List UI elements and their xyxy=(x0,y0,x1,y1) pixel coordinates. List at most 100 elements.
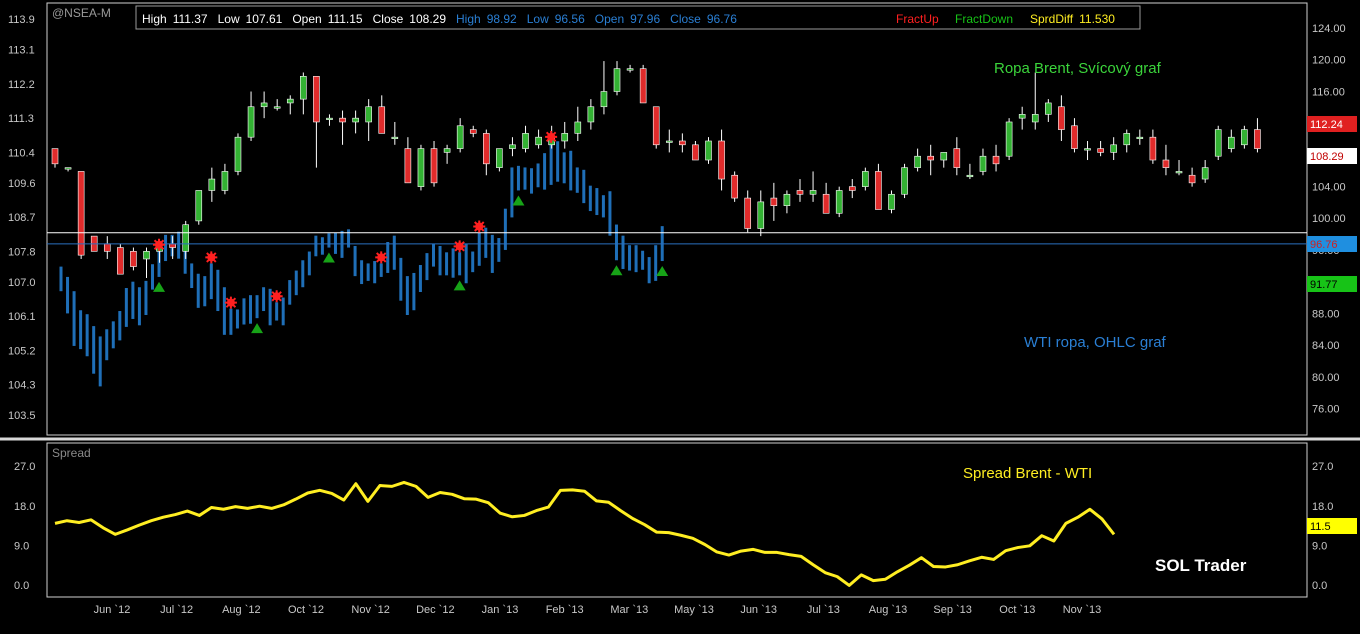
brent-candle xyxy=(1058,106,1065,130)
brent-candle xyxy=(822,193,830,214)
brent-candle xyxy=(143,251,150,260)
brent-candle xyxy=(992,155,1000,165)
time-tick-label: Feb `13 xyxy=(546,604,584,616)
time-tick-label: Nov `12 xyxy=(351,604,390,616)
wti-tick-label: 104.00 xyxy=(1312,181,1346,193)
legend-sprd-diff: SprdDiff 11.530 xyxy=(1030,12,1115,26)
brent-candle xyxy=(927,155,934,161)
brent-candle xyxy=(679,140,686,146)
wti-tick-label: 116.00 xyxy=(1312,86,1345,98)
time-tick-label: Aug `13 xyxy=(869,604,908,616)
time-axis: Jun `12 Jul `12 Aug `12 Oct `12 Nov `12 Dec `… xyxy=(94,604,1102,616)
brent-candle xyxy=(260,102,268,108)
time-tick-label: Nov `13 xyxy=(1063,604,1102,616)
brent-candle xyxy=(1175,171,1183,174)
brent-low-value: 107.61 xyxy=(246,12,283,26)
brent-last-price-tag: 112.24 xyxy=(1310,119,1343,131)
fractal-down-marker xyxy=(251,323,264,334)
brent-candle xyxy=(652,106,660,146)
brent-candle xyxy=(378,106,386,134)
brent-open-value: 111.15 xyxy=(328,12,363,26)
fractal-up-rays xyxy=(375,251,388,264)
fractal-up-rays xyxy=(545,130,558,143)
symbol-label: @NSEA-M xyxy=(52,6,111,20)
wti-low-label: Low xyxy=(527,12,549,26)
brent-candle xyxy=(1031,114,1039,123)
brent-tick-label: 113.1 xyxy=(8,45,35,57)
spread-line xyxy=(54,480,1116,587)
brent-candle xyxy=(469,129,477,134)
brent-candle xyxy=(770,197,778,206)
fractal-up-rays xyxy=(473,220,486,233)
brent-candle xyxy=(77,171,85,256)
wti-axis-right: 124.00120.00116.00112.00108.00104.00100.… xyxy=(1312,23,1346,416)
brent-candle xyxy=(692,144,699,161)
brent-candle xyxy=(417,148,425,187)
brent-high-label: High xyxy=(142,12,167,26)
close-reference-lines xyxy=(47,232,1307,245)
brent-candle xyxy=(718,140,725,180)
brent-candle xyxy=(443,148,451,153)
wti-tick-label: 100.00 xyxy=(1312,213,1346,225)
time-tick-label: Aug `12 xyxy=(222,604,261,616)
brent-tick-label: 107.0 xyxy=(8,277,36,289)
brent-candle xyxy=(1045,102,1052,115)
fractal-up-rays xyxy=(453,240,466,253)
spread-tick-left: 18.0 xyxy=(14,501,35,513)
brent-candle xyxy=(966,174,974,178)
brent-candle xyxy=(901,167,908,195)
brent-candle xyxy=(391,136,399,139)
chart-canvas: 113.9 113.1 112.2 111.3 110.4 109.6 108.7 107.8… xyxy=(0,2,1360,616)
brent-candle xyxy=(796,190,804,195)
brent-candle xyxy=(208,178,216,191)
brent-candle xyxy=(1110,144,1117,153)
spread-tick-left: 0.0 xyxy=(14,580,29,592)
brent-candle xyxy=(326,117,333,120)
spread-axis: 27.0 27.0 18.0 18.0 9.0 9.0 0.0 0.0 xyxy=(14,461,1333,592)
wti-close-label: Close xyxy=(670,12,701,26)
time-tick-label: Oct `13 xyxy=(999,604,1035,616)
wti-tick-label: 84.00 xyxy=(1312,340,1340,352)
brent-axis-left: 113.9 113.1 112.2 111.3 110.4 109.6 108.7 107.8… xyxy=(8,14,36,422)
brent-tick-label: 113.9 xyxy=(8,14,35,26)
fractal-up-rays xyxy=(153,238,166,251)
brent-candle xyxy=(574,121,582,134)
brent-tick-label: 107.8 xyxy=(8,246,36,258)
wti-open-value: 97.96 xyxy=(630,12,660,26)
wti-high-value: 98.92 xyxy=(487,12,517,26)
brent-candle xyxy=(1084,148,1091,151)
brent-tick-label: 106.1 xyxy=(8,311,36,323)
fractal-up-rays xyxy=(224,296,237,309)
wti-ohlc-series xyxy=(59,141,664,387)
brent-candle xyxy=(1188,174,1196,184)
time-tick-label: Mar `13 xyxy=(610,604,648,616)
brent-candle xyxy=(300,76,307,100)
brent-candle xyxy=(51,148,59,165)
wti-low-value: 96.56 xyxy=(555,12,585,26)
brent-candle xyxy=(1228,136,1235,149)
brent-tick-label: 110.4 xyxy=(8,147,35,159)
brent-candle xyxy=(561,133,569,142)
legend-fract-up: FractUp xyxy=(896,12,939,26)
sprd-diff-label: SprdDiff xyxy=(1030,12,1074,26)
brent-close-tag: 108.29 xyxy=(1310,151,1344,163)
brent-candle xyxy=(103,243,111,252)
brent-candle xyxy=(1214,129,1222,157)
brent-open-label: Open xyxy=(292,12,321,26)
time-tick-label: Dec `12 xyxy=(416,604,455,616)
brent-candle xyxy=(130,251,137,267)
brent-candle xyxy=(64,167,72,170)
spread-tick-right: 9.0 xyxy=(1312,540,1327,552)
brent-candle xyxy=(273,106,281,109)
spread-value-tag: 11.5 xyxy=(1310,521,1331,533)
wti-tick-label: 76.00 xyxy=(1312,404,1340,416)
brent-candle xyxy=(744,197,752,229)
brent-candle xyxy=(1123,133,1131,146)
wti-high-label: High xyxy=(456,12,481,26)
brent-candle xyxy=(182,224,189,252)
brent-tick-label: 105.2 xyxy=(8,345,36,357)
sprd-diff-value: 11.530 xyxy=(1079,12,1115,26)
brent-candle xyxy=(456,125,464,149)
wti-close-value: 96.76 xyxy=(707,12,737,26)
time-tick-label: May `13 xyxy=(674,604,714,616)
